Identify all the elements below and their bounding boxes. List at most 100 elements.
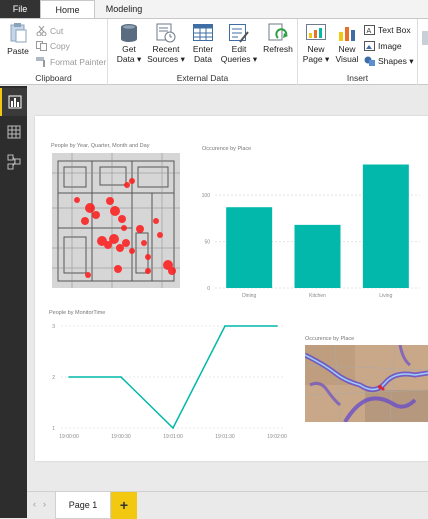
page-tabs-bar: ‹ › Page 1 + bbox=[27, 491, 428, 519]
map1-title: People by Year, Quarter, Month and Day bbox=[51, 143, 150, 149]
bar-ytick-label: 50 bbox=[204, 240, 210, 246]
cut-button[interactable]: Cut bbox=[36, 24, 63, 38]
prev-page-arrow-icon[interactable]: ‹ bbox=[33, 499, 36, 509]
bar-ytick-label: 0 bbox=[207, 286, 210, 292]
copy-label: Copy bbox=[50, 41, 70, 51]
copy-button[interactable]: Copy bbox=[36, 39, 70, 53]
line-xtick-label: 19:01:30 bbox=[215, 434, 235, 440]
edit-queries-icon bbox=[228, 22, 250, 43]
format-painter-icon bbox=[36, 57, 47, 67]
new-visual-icon bbox=[336, 22, 358, 42]
ribbon: Paste Cut Copy Format Painter Clipboard … bbox=[0, 18, 428, 85]
map2-title: Occurence by Place bbox=[305, 336, 355, 342]
edit-queries-label-1: Edit bbox=[231, 44, 247, 54]
clipboard-group-label: Clipboard bbox=[35, 73, 72, 83]
line-point bbox=[224, 325, 226, 327]
river-map-visual[interactable] bbox=[305, 345, 428, 422]
text-box-button[interactable]: A Text Box bbox=[364, 23, 411, 37]
enter-data-label-1: Enter bbox=[192, 44, 214, 54]
relationships-view-button[interactable] bbox=[0, 148, 27, 176]
bar-kitchen bbox=[294, 224, 341, 288]
recent-sources-label-2: Sources ▾ bbox=[147, 54, 185, 64]
get-data-label-1: Get bbox=[122, 44, 136, 54]
river-map-image bbox=[305, 345, 428, 422]
format-painter-button[interactable]: Format Painter bbox=[36, 55, 106, 69]
enter-data-button[interactable]: Enter Data bbox=[186, 22, 220, 64]
tab-file[interactable]: File bbox=[0, 0, 40, 18]
line-point bbox=[68, 376, 70, 378]
new-page-icon bbox=[305, 22, 327, 42]
report-page[interactable]: People by Year, Quarter, Month and Day O… bbox=[35, 116, 428, 461]
line-ytick-label: 2 bbox=[52, 375, 55, 381]
left-nav bbox=[0, 86, 27, 518]
line-xtick-label: 19:00:00 bbox=[59, 434, 79, 440]
refresh-icon bbox=[267, 22, 289, 42]
refresh-label: Refresh bbox=[263, 44, 293, 54]
page-tab-1[interactable]: Page 1 bbox=[55, 492, 111, 519]
new-page-button[interactable]: New Page ▾ bbox=[300, 22, 332, 64]
database-icon bbox=[118, 22, 140, 42]
add-page-button[interactable]: + bbox=[111, 492, 137, 519]
floorplan-image bbox=[52, 153, 180, 288]
paste-icon bbox=[7, 22, 29, 43]
next-page-arrow-icon[interactable]: › bbox=[43, 499, 46, 509]
refresh-button[interactable]: Refresh bbox=[259, 22, 297, 54]
report-canvas: People by Year, Quarter, Month and Day O… bbox=[27, 86, 428, 491]
ribbon-tabs: File Home Modeling bbox=[0, 0, 428, 19]
text-box-label: Text Box bbox=[378, 25, 411, 35]
new-visual-button[interactable]: New Visual bbox=[332, 22, 362, 64]
paste-label: Paste bbox=[7, 46, 29, 56]
insert-group-label: Insert bbox=[346, 73, 369, 83]
text-box-icon: A bbox=[364, 25, 375, 35]
line-xtick-label: 19:02:00 bbox=[267, 434, 287, 440]
image-label: Image bbox=[378, 41, 402, 51]
tab-home[interactable]: Home bbox=[40, 0, 95, 19]
shapes-icon bbox=[364, 56, 375, 66]
ribbon-overflow-button[interactable] bbox=[419, 27, 428, 67]
bar-ytick-label: 100 bbox=[202, 193, 211, 199]
external-data-group-label: External Data bbox=[176, 73, 229, 83]
enter-data-label-2: Data bbox=[194, 54, 212, 64]
bar-chart-title: Occurence by Place bbox=[202, 146, 252, 152]
get-data-label-2: Data ▾ bbox=[116, 54, 142, 64]
cut-label: Cut bbox=[50, 26, 64, 36]
bar-chart-icon bbox=[8, 95, 22, 109]
image-button[interactable]: Image bbox=[364, 39, 402, 53]
clipboard-group: Paste Cut Copy Format Painter Clipboard bbox=[0, 19, 108, 85]
bar-living bbox=[362, 164, 409, 288]
new-visual-label-2: Visual bbox=[335, 54, 359, 64]
bar-xtick-label: Living bbox=[379, 293, 392, 299]
report-view-button[interactable] bbox=[0, 88, 27, 116]
line-ytick-label: 1 bbox=[52, 426, 55, 432]
bar-dining bbox=[226, 207, 273, 288]
scissors-icon bbox=[36, 25, 47, 37]
new-page-label-1: New bbox=[307, 44, 325, 54]
new-page-label-2: Page ▾ bbox=[302, 54, 330, 64]
shapes-label: Shapes ▾ bbox=[378, 56, 414, 66]
line-point bbox=[276, 325, 278, 327]
svg-text:A: A bbox=[367, 28, 372, 35]
copy-icon bbox=[36, 41, 47, 51]
tab-modeling[interactable]: Modeling bbox=[95, 0, 153, 18]
edit-queries-button[interactable]: Edit Queries ▾ bbox=[220, 22, 258, 64]
data-view-button[interactable] bbox=[0, 118, 27, 146]
line-ytick-label: 3 bbox=[52, 324, 55, 330]
external-data-group: Get Data ▾ Recent Sources ▾ Enter Data E… bbox=[108, 19, 298, 85]
new-visual-label-1: New bbox=[338, 44, 356, 54]
recent-sources-button[interactable]: Recent Sources ▾ bbox=[146, 22, 186, 64]
edit-queries-label-2: Queries ▾ bbox=[220, 54, 258, 64]
relationships-icon bbox=[7, 154, 21, 170]
get-data-button[interactable]: Get Data ▾ bbox=[112, 22, 146, 64]
grid-icon bbox=[7, 125, 21, 139]
bar-xtick-label: Kitchen bbox=[309, 293, 326, 299]
line-chart[interactable]: 1 2 3 19:00:00 19:00:30 19:01:00 19:01:30 19:02… bbox=[41, 316, 293, 442]
recent-sources-label-1: Recent bbox=[152, 44, 180, 54]
floorplan-map-visual[interactable] bbox=[52, 153, 180, 288]
bar-xtick-label: Dining bbox=[242, 293, 256, 299]
line-point bbox=[120, 376, 122, 378]
table-icon bbox=[192, 22, 214, 42]
shapes-button[interactable]: Shapes ▾ bbox=[364, 54, 413, 68]
paste-button[interactable]: Paste bbox=[3, 22, 33, 56]
bar-chart[interactable]: 0 50 100 Dining Kitchen Living bbox=[195, 154, 423, 304]
line-point bbox=[172, 427, 174, 429]
